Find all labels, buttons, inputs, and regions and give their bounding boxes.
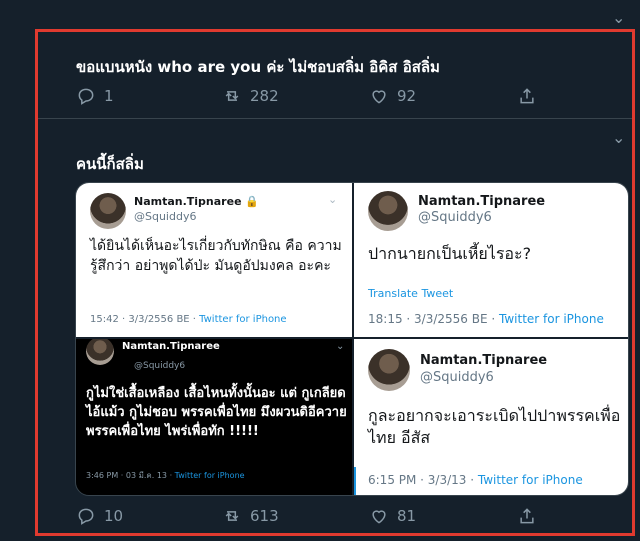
reply-tweet-text: คนนี้ก็สลิ่ม xyxy=(76,155,144,173)
screenshot-1[interactable]: Namtan.Tipnaree 🔒 @Squiddy6 ⌄ ได้ยินได้เ… xyxy=(76,183,352,337)
tweet-text: ขอแบนหนัง who are you ค่ะ ไม่ชอบสลิ่ม อิ… xyxy=(76,58,440,76)
share-icon xyxy=(520,508,534,524)
display-name: Namtan.Tipnaree xyxy=(420,353,548,368)
reply-button[interactable]: 10 xyxy=(76,506,123,526)
reply-count: 1 xyxy=(104,87,114,105)
share-icon xyxy=(520,88,534,104)
display-name: Namtan.Tipnaree xyxy=(122,341,220,352)
screenshot-2[interactable]: Namtan.Tipnaree @Squiddy6 ปากนายกเป็นเหี… xyxy=(354,183,628,337)
share-button[interactable] xyxy=(517,506,537,526)
retweet-icon xyxy=(225,91,239,101)
handle: @Squiddy6 xyxy=(420,370,494,385)
chevron-down-icon: ⌄ xyxy=(328,193,338,206)
retweet-button[interactable]: 282 xyxy=(222,86,279,106)
heart-icon xyxy=(372,90,386,104)
avatar xyxy=(368,191,408,231)
tweet-meta: 3:46 PM · 03 มี.ค. 13 · Twitter for iPho… xyxy=(86,471,245,480)
retweet-icon xyxy=(225,511,239,521)
reply-icon xyxy=(78,508,94,525)
avatar xyxy=(86,339,114,365)
thread-line xyxy=(354,467,356,495)
screenshot-text: ได้ยินได้เห็นอะไรเกี่ยวกับทักษิณ คือ ควา… xyxy=(90,238,342,274)
divider xyxy=(38,118,632,119)
like-count: 92 xyxy=(397,87,417,105)
tweet-meta: 6:15 PM · 3/3/13 · Twitter for iPhone xyxy=(368,473,583,487)
chevron-down-icon: ⌄ xyxy=(336,341,345,352)
like-button[interactable]: 92 xyxy=(369,86,416,106)
handle: @Squiddy6 xyxy=(134,361,186,371)
screenshot-text: กูละอยากจะเอาระเบิดไปปาพรรคเพื่อ ไทย อีส… xyxy=(368,406,621,448)
tweet-meta: 15:42 · 3/3/2556 BE · Twitter for iPhone xyxy=(90,314,287,325)
media-grid[interactable]: Namtan.Tipnaree 🔒 @Squiddy6 ⌄ ได้ยินได้เ… xyxy=(75,182,629,496)
reply-count: 10 xyxy=(104,507,124,525)
screenshot-4[interactable]: Namtan.Tipnaree @Squiddy6 กูละอยากจะเอาร… xyxy=(354,339,628,495)
retweet-count: 282 xyxy=(250,87,279,105)
share-button[interactable] xyxy=(517,86,537,106)
tweet-meta: 18:15 · 3/3/2556 BE · Twitter for iPhone xyxy=(368,312,604,326)
heart-icon xyxy=(372,510,386,524)
reply-button[interactable]: 1 xyxy=(76,86,114,106)
display-name: Namtan.Tipnaree xyxy=(418,194,546,209)
handle: @Squiddy6 xyxy=(134,210,197,223)
chevron-down-icon[interactable]: ⌄ xyxy=(612,128,625,147)
avatar xyxy=(90,193,126,229)
reply-icon xyxy=(78,88,94,105)
screenshot-text: กูไม่ใช่เสื้อเหลือง เสื้อไหนทั้งนั้นอะ แ… xyxy=(86,386,347,439)
like-button[interactable]: 81 xyxy=(369,506,416,526)
screenshot-3[interactable]: Namtan.Tipnaree @Squiddy6 ⌄ กูไม่ใช่เสื้… xyxy=(76,339,352,495)
like-count: 81 xyxy=(397,507,417,525)
screenshot-text: ปากนายกเป็นเหี้ยไรอะ? xyxy=(368,244,532,263)
lock-icon: 🔒 xyxy=(245,195,260,208)
avatar xyxy=(368,349,410,391)
retweet-count: 613 xyxy=(250,507,279,525)
handle: @Squiddy6 xyxy=(418,210,492,225)
chevron-down-icon[interactable]: ⌄ xyxy=(612,8,625,27)
translate-link[interactable]: Translate Tweet xyxy=(368,287,453,300)
display-name: Namtan.Tipnaree 🔒 xyxy=(134,195,260,208)
retweet-button[interactable]: 613 xyxy=(222,506,279,526)
